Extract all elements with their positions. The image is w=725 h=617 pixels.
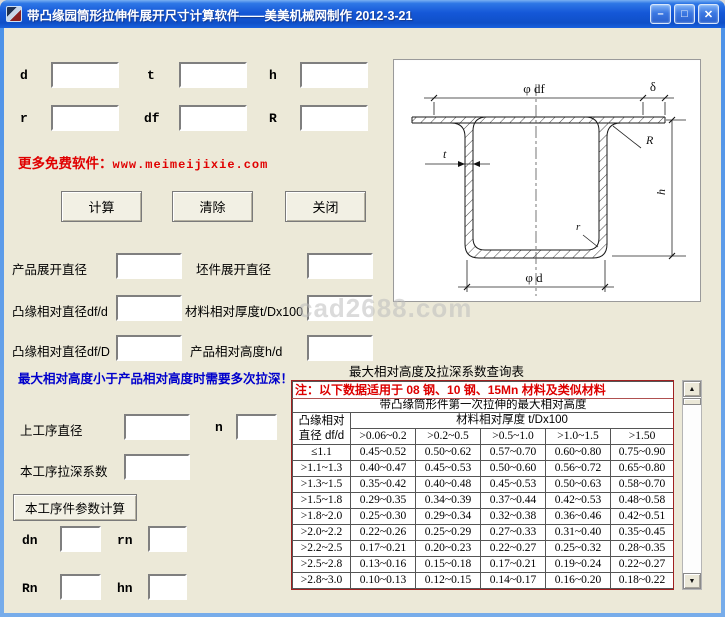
scroll-up-icon: ▲ bbox=[689, 386, 696, 393]
rn-label: rn bbox=[117, 533, 133, 548]
scroll-up-button[interactable]: ▲ bbox=[683, 381, 701, 397]
table-scrollbar[interactable]: ▲ ▼ bbox=[682, 380, 702, 590]
table-row: >2.0~2.20.22~0.260.25~0.290.27~0.330.31~… bbox=[293, 525, 674, 541]
maximize-button[interactable]: □ bbox=[674, 4, 695, 24]
rn-input[interactable] bbox=[148, 526, 187, 552]
hn-input[interactable] bbox=[148, 574, 187, 600]
table-column-row: >0.06~0.2 >0.2~0.5 >0.5~1.0 >1.0~1.5 >1.… bbox=[293, 429, 674, 445]
r-input[interactable] bbox=[51, 105, 119, 131]
minimize-button[interactable]: – bbox=[650, 4, 671, 24]
Rn-label: Rn bbox=[22, 581, 38, 596]
product-unfold-diameter-label: 产品展开直径 bbox=[12, 259, 87, 278]
process-calc-button[interactable]: 本工序件参数计算 bbox=[13, 494, 137, 521]
R-input[interactable] bbox=[300, 105, 368, 131]
client-area: d t h r df R 更多免费软件：www.meimeijixie.com … bbox=[4, 28, 721, 613]
dn-label: dn bbox=[22, 533, 38, 548]
table-row: ≤1.10.45~0.520.50~0.620.57~0.700.60~0.80… bbox=[293, 445, 674, 461]
corner-header: 凸缘相对直径 df/d bbox=[293, 413, 351, 445]
column-header: >0.5~1.0 bbox=[481, 429, 546, 445]
d-input[interactable] bbox=[51, 62, 119, 88]
dim-label-delta: δ bbox=[650, 79, 656, 94]
close-app-button[interactable]: 关闭 bbox=[285, 191, 366, 222]
app-window: 带凸缘园筒形拉伸件展开尺寸计算软件——美美机械网制作 2012-3-21 – □… bbox=[0, 0, 725, 617]
dim-label-h: h bbox=[654, 189, 668, 195]
app-icon bbox=[6, 6, 22, 22]
scrollbar-thumb[interactable] bbox=[683, 398, 701, 405]
blank-unfold-diameter-input[interactable] bbox=[307, 253, 373, 279]
promo-prefix: 更多免费软件： bbox=[18, 156, 113, 171]
table-subtitle-row: 带凸缘筒形件第一次拉伸的最大相对高度 bbox=[293, 399, 674, 413]
t-label: t bbox=[147, 68, 155, 83]
flange-rel-dia-dfD-label: 凸缘相对直径df/D bbox=[12, 341, 110, 360]
close-button[interactable]: ✕ bbox=[698, 4, 719, 24]
table-row: >1.5~1.80.29~0.350.34~0.390.37~0.440.42~… bbox=[293, 493, 674, 509]
blank-unfold-diameter-label: 坯件展开直径 bbox=[196, 259, 271, 278]
table-row: >2.2~2.50.17~0.210.20~0.230.22~0.270.25~… bbox=[293, 541, 674, 557]
column-group-header: 材料相对厚度 t/Dx100 bbox=[351, 413, 674, 429]
h-input[interactable] bbox=[300, 62, 368, 88]
n-label: n bbox=[215, 420, 223, 435]
promo-url[interactable]: www.meimeijixie.com bbox=[113, 158, 269, 172]
title-bar: 带凸缘园筒形拉伸件展开尺寸计算软件——美美机械网制作 2012-3-21 – □… bbox=[0, 0, 725, 28]
table-header-row: 凸缘相对直径 df/d 材料相对厚度 t/Dx100 bbox=[293, 413, 674, 429]
dim-label-R: R bbox=[645, 133, 654, 147]
table-title: 最大相对高度及拉深系数查询表 bbox=[349, 361, 524, 380]
table-row: >1.3~1.50.35~0.420.40~0.480.45~0.530.50~… bbox=[293, 477, 674, 493]
n-input[interactable] bbox=[236, 414, 277, 440]
close-icon: ✕ bbox=[704, 8, 713, 21]
window-title: 带凸缘园筒形拉伸件展开尺寸计算软件——美美机械网制作 2012-3-21 bbox=[27, 5, 647, 24]
prev-process-diameter-label: 上工序直径 bbox=[20, 420, 83, 439]
df-label: df bbox=[144, 111, 160, 126]
clear-button[interactable]: 清除 bbox=[172, 191, 253, 222]
df-input[interactable] bbox=[179, 105, 247, 131]
d-label: d bbox=[20, 68, 28, 83]
product-rel-height-label: 产品相对高度h/d bbox=[190, 341, 282, 360]
t-input[interactable] bbox=[179, 62, 247, 88]
promo-link[interactable]: 更多免费软件：www.meimeijixie.com bbox=[18, 152, 268, 172]
table-note-row: 注：以下数据适用于 08 钢、10 钢、15Mn 材料及类似材料 bbox=[293, 382, 674, 399]
table-row: >1.8~2.00.25~0.300.29~0.340.32~0.380.36~… bbox=[293, 509, 674, 525]
multi-draw-warning: 最大相对高度小于产品相对高度时需要多次拉深！ bbox=[18, 368, 293, 387]
table-row: >2.5~2.80.13~0.160.15~0.180.17~0.210.19~… bbox=[293, 557, 674, 573]
table-row: >2.8~3.00.10~0.130.12~0.150.14~0.170.16~… bbox=[293, 573, 674, 589]
column-header: >1.0~1.5 bbox=[546, 429, 611, 445]
material-rel-thickness-input[interactable] bbox=[307, 295, 373, 321]
dim-label-t: t bbox=[443, 147, 447, 161]
minimize-icon: – bbox=[657, 8, 663, 20]
dim-label-phi-d: φ d bbox=[525, 270, 543, 285]
scroll-down-icon: ▼ bbox=[689, 578, 696, 585]
material-rel-thickness-label: 材料相对厚度t/Dx100 bbox=[185, 301, 303, 320]
dim-label-phi-df: φ df bbox=[523, 81, 545, 96]
column-header: >0.2~0.5 bbox=[416, 429, 481, 445]
hn-label: hn bbox=[117, 581, 133, 596]
dn-input[interactable] bbox=[60, 526, 101, 552]
scroll-down-button[interactable]: ▼ bbox=[683, 573, 701, 589]
flange-rel-dia-dfd-label: 凸缘相对直径df/d bbox=[12, 301, 108, 320]
column-header: >1.50 bbox=[611, 429, 674, 445]
prev-process-diameter-input[interactable] bbox=[124, 414, 190, 440]
table-row: >1.1~1.30.40~0.470.45~0.530.50~0.600.56~… bbox=[293, 461, 674, 477]
current-draw-coefficient-label: 本工序拉深系数 bbox=[20, 461, 108, 480]
table-note: 注：以下数据适用于 08 钢、10 钢、15Mn 材料及类似材料 bbox=[293, 382, 674, 399]
flange-rel-dia-dfD-input[interactable] bbox=[116, 335, 182, 361]
calculate-button[interactable]: 计算 bbox=[61, 191, 142, 222]
h-label: h bbox=[269, 68, 277, 83]
current-draw-coefficient-input[interactable] bbox=[124, 454, 190, 480]
lookup-table: 注：以下数据适用于 08 钢、10 钢、15Mn 材料及类似材料 带凸缘筒形件第… bbox=[291, 380, 674, 590]
flange-rel-dia-dfd-input[interactable] bbox=[116, 295, 182, 321]
Rn-input[interactable] bbox=[60, 574, 101, 600]
part-drawing: φ df δ R t h r φ d bbox=[394, 60, 700, 301]
column-header: >0.06~0.2 bbox=[351, 429, 416, 445]
product-unfold-diameter-input[interactable] bbox=[116, 253, 182, 279]
product-rel-height-input[interactable] bbox=[307, 335, 373, 361]
table-subtitle: 带凸缘筒形件第一次拉伸的最大相对高度 bbox=[293, 399, 674, 413]
r-label: r bbox=[20, 111, 28, 126]
maximize-icon: □ bbox=[681, 8, 688, 20]
R-label: R bbox=[269, 111, 277, 126]
dim-label-r: r bbox=[576, 221, 581, 233]
drawing-panel: φ df δ R t h r φ d bbox=[393, 59, 701, 302]
